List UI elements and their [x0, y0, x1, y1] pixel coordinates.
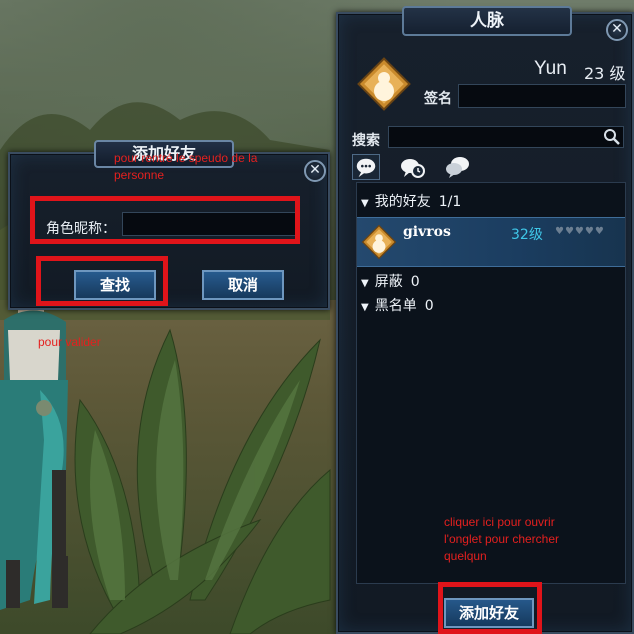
recent-clock-icon[interactable]	[398, 154, 426, 180]
search-icon[interactable]	[603, 128, 621, 146]
friends-panel-title: 人脉	[402, 6, 572, 36]
note-open-tab: cliquer ici pour ouvrir l'onglet pour ch…	[444, 515, 560, 563]
note-validate: pour valider	[38, 335, 101, 349]
group-count: 1/1	[438, 194, 462, 210]
signature-input[interactable]	[458, 84, 626, 108]
profile-name: Yun	[534, 58, 567, 79]
expand-triangle-icon: ▼	[361, 198, 369, 209]
group-blacklist[interactable]: ▼ 黑名单 0	[361, 295, 434, 315]
chat-bubble-icon[interactable]	[352, 154, 380, 180]
signature-label: 签名	[424, 91, 452, 107]
group-my-friends[interactable]: ▼ 我的好友 1/1	[361, 191, 461, 211]
group-count: 0	[424, 298, 434, 314]
highlight-add-friend-button	[438, 582, 542, 634]
friend-row[interactable]: givros 32级 ♥♥♥♥♥	[357, 217, 625, 267]
search-label: 搜索	[352, 133, 380, 149]
group-blocked[interactable]: ▼ 屏蔽 0	[361, 271, 420, 291]
highlight-search-button	[36, 256, 168, 306]
friend-level: 32级	[511, 227, 543, 243]
highlight-nickname-field	[30, 196, 300, 244]
expand-triangle-icon: ▼	[361, 278, 369, 289]
close-icon[interactable]: ✕	[606, 19, 628, 41]
intimacy-hearts: ♥♥♥♥♥	[555, 226, 605, 237]
friend-name: givros	[403, 224, 451, 240]
group-count: 0	[410, 274, 420, 290]
group-label: 黑名单	[374, 298, 417, 314]
expand-triangle-icon: ▼	[361, 302, 369, 313]
group-label: 屏蔽	[374, 274, 403, 290]
gourd-icon	[361, 224, 397, 260]
group-label: 我的好友	[374, 194, 431, 210]
group-chat-icon[interactable]	[444, 154, 472, 180]
search-input[interactable]	[388, 126, 624, 148]
cancel-button[interactable]: 取消	[202, 270, 284, 300]
gourd-icon	[357, 57, 411, 111]
profile-level: 23 级	[584, 64, 626, 83]
note-enter-nickname: pour rentré le speudo de la personne	[114, 151, 258, 182]
